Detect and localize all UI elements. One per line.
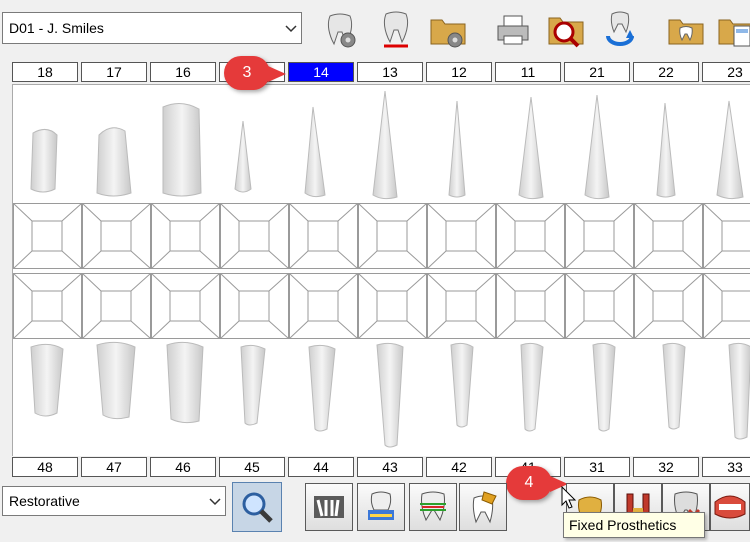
upper-tooth-numbers: 18 17 16 15 14 13 12 11 21 22 23 bbox=[12, 62, 750, 86]
tooth-number-47[interactable]: 47 bbox=[81, 457, 147, 477]
denture-button[interactable] bbox=[710, 483, 750, 531]
tooth-number-45[interactable]: 45 bbox=[219, 457, 285, 477]
search-red-icon[interactable] bbox=[544, 8, 588, 52]
tooth-number-16[interactable]: 16 bbox=[150, 62, 216, 82]
tooth-number-31[interactable]: 31 bbox=[564, 457, 630, 477]
braces-tooth-button[interactable] bbox=[409, 483, 457, 531]
lower-tooth-numbers: 48 47 46 45 44 43 42 41 31 32 33 bbox=[12, 457, 750, 481]
tooth-number-22[interactable]: 22 bbox=[633, 62, 699, 82]
tooth-number-14-selected[interactable]: 14 bbox=[288, 62, 354, 82]
tooth-number-13[interactable]: 13 bbox=[357, 62, 423, 82]
tooltip-fixed-prosthetics: Fixed Prosthetics bbox=[563, 512, 705, 538]
calculator-icon[interactable] bbox=[714, 8, 750, 52]
brush-tooth-icon bbox=[368, 491, 394, 520]
search-button[interactable] bbox=[232, 482, 282, 532]
mode-select[interactable]: Restorative bbox=[2, 486, 226, 516]
callout-badge-3: 3 bbox=[224, 56, 270, 90]
braces-tooth-icon bbox=[420, 491, 446, 522]
tooth-number-43[interactable]: 43 bbox=[357, 457, 423, 477]
patient-select[interactable]: D01 - J. Smiles bbox=[2, 12, 302, 44]
tooth-number-17[interactable]: 17 bbox=[81, 62, 147, 82]
tooth-number-12[interactable]: 12 bbox=[426, 62, 492, 82]
lower-teeth-row bbox=[30, 341, 750, 448]
tooth-number-46[interactable]: 46 bbox=[150, 457, 216, 477]
callout-pointer-3 bbox=[268, 66, 286, 82]
folder-tooth-icon[interactable] bbox=[664, 8, 708, 52]
callout-badge-4: 4 bbox=[506, 466, 552, 500]
tooth-number-21[interactable]: 21 bbox=[564, 62, 630, 82]
cursor-icon bbox=[561, 486, 577, 509]
upper-teeth-row bbox=[30, 90, 744, 200]
brush-tooth-button[interactable] bbox=[357, 483, 405, 531]
patient-select-value: D01 - J. Smiles bbox=[9, 20, 104, 36]
lower-surface-grid[interactable] bbox=[13, 273, 750, 339]
tooth-number-18[interactable]: 18 bbox=[12, 62, 78, 82]
tooth-number-23[interactable]: 23 bbox=[702, 62, 750, 82]
tooth-number-11[interactable]: 11 bbox=[495, 62, 561, 82]
teeth-row-icon bbox=[314, 496, 344, 518]
crown-tooth-button[interactable] bbox=[459, 483, 507, 531]
search-icon bbox=[242, 492, 273, 523]
printer-icon[interactable] bbox=[492, 8, 536, 52]
tooth-number-32[interactable]: 32 bbox=[633, 457, 699, 477]
tooth-number-44[interactable]: 44 bbox=[288, 457, 354, 477]
refresh-tooth-icon[interactable] bbox=[598, 8, 642, 52]
tooth-red-icon[interactable] bbox=[374, 8, 418, 52]
tooth-number-48[interactable]: 48 bbox=[12, 457, 78, 477]
tooth-number-42[interactable]: 42 bbox=[426, 457, 492, 477]
denture-icon bbox=[714, 495, 746, 519]
dental-chart bbox=[12, 84, 750, 456]
upper-surface-grid[interactable] bbox=[13, 203, 750, 269]
folder-gear-icon[interactable] bbox=[426, 8, 470, 52]
mode-select-value: Restorative bbox=[9, 493, 80, 509]
teeth-row-button[interactable] bbox=[305, 483, 353, 531]
tooth-gear-icon[interactable] bbox=[318, 8, 362, 52]
chevron-down-icon bbox=[209, 493, 221, 509]
chevron-down-icon bbox=[285, 20, 297, 36]
tooth-number-33[interactable]: 33 bbox=[702, 457, 750, 477]
crown-tooth-icon bbox=[472, 491, 497, 524]
